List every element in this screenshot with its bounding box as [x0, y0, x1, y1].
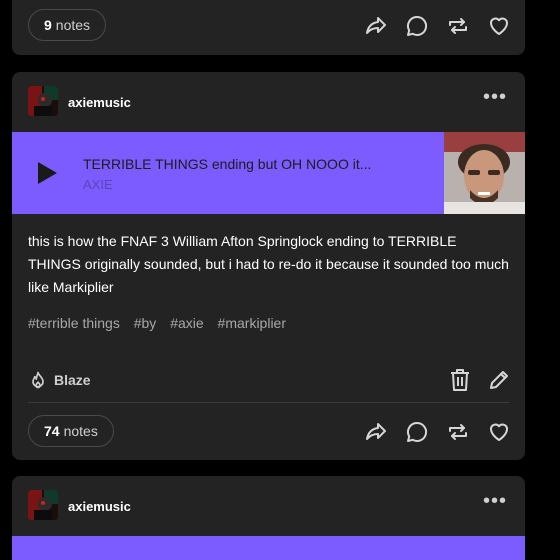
audio-title: TERRIBLE THINGS ending but OH NOOO it...	[83, 156, 372, 172]
reblog-icon[interactable]	[446, 14, 470, 38]
like-icon[interactable]	[487, 420, 511, 444]
audio-player[interactable]	[12, 536, 525, 560]
reply-icon[interactable]	[405, 14, 429, 38]
reply-icon[interactable]	[405, 420, 429, 444]
post-header: axiemusic •••	[12, 476, 525, 536]
edit-icon[interactable]	[487, 368, 511, 397]
reblog-icon[interactable]	[446, 420, 470, 444]
notes-label: notes	[55, 17, 91, 33]
notes-button[interactable]: 74 notes	[28, 415, 114, 447]
post-footer: 74 notes	[12, 408, 525, 456]
blaze-row: Blaze	[12, 360, 525, 400]
owner-actions	[433, 368, 511, 397]
blog-name[interactable]: axiemusic	[68, 499, 131, 514]
post-actions	[347, 420, 511, 444]
tag-link[interactable]: #markiplier	[218, 315, 286, 331]
post-actions	[347, 14, 511, 38]
notes-label: notes	[63, 423, 98, 439]
blaze-label: Blaze	[54, 372, 91, 388]
dashboard-page: 9 notes axiemusic ••• TERRIBLE THINGS en…	[0, 0, 560, 560]
tag-link[interactable]: #terrible things	[28, 315, 120, 331]
blog-name[interactable]: axiemusic	[68, 95, 131, 110]
tag-list: #terrible things #by #axie #markiplier	[12, 299, 525, 331]
audio-artist: AXIE	[83, 177, 113, 192]
play-icon[interactable]	[38, 162, 57, 184]
notes-count: 74	[44, 423, 60, 439]
blaze-button[interactable]: Blaze	[28, 370, 91, 390]
more-icon[interactable]: •••	[483, 491, 507, 511]
delete-icon[interactable]	[449, 368, 471, 397]
post-body: this is how the FNAF 3 William Afton Spr…	[28, 233, 509, 295]
post-card: axiemusic ••• TERRIBLE THINGS ending but…	[12, 72, 525, 460]
audio-player[interactable]: TERRIBLE THINGS ending but OH NOOO it...…	[12, 132, 525, 214]
tag-link[interactable]: #by	[134, 315, 157, 331]
previous-post-footer: 9 notes	[12, 2, 525, 50]
previous-post-card: 9 notes	[12, 0, 525, 55]
album-art	[444, 132, 525, 214]
avatar[interactable]	[28, 490, 58, 520]
avatar[interactable]	[28, 86, 58, 116]
post-header: axiemusic •••	[12, 72, 525, 132]
share-icon[interactable]	[364, 420, 388, 444]
next-post-card: axiemusic •••	[12, 476, 525, 560]
share-icon[interactable]	[364, 14, 388, 38]
notes-count: 9	[44, 17, 52, 33]
divider	[28, 402, 509, 403]
blaze-icon	[32, 371, 44, 389]
notes-button[interactable]: 9 notes	[28, 9, 107, 41]
like-icon[interactable]	[487, 14, 511, 38]
more-icon[interactable]: •••	[483, 87, 507, 107]
tag-link[interactable]: #axie	[170, 315, 203, 331]
